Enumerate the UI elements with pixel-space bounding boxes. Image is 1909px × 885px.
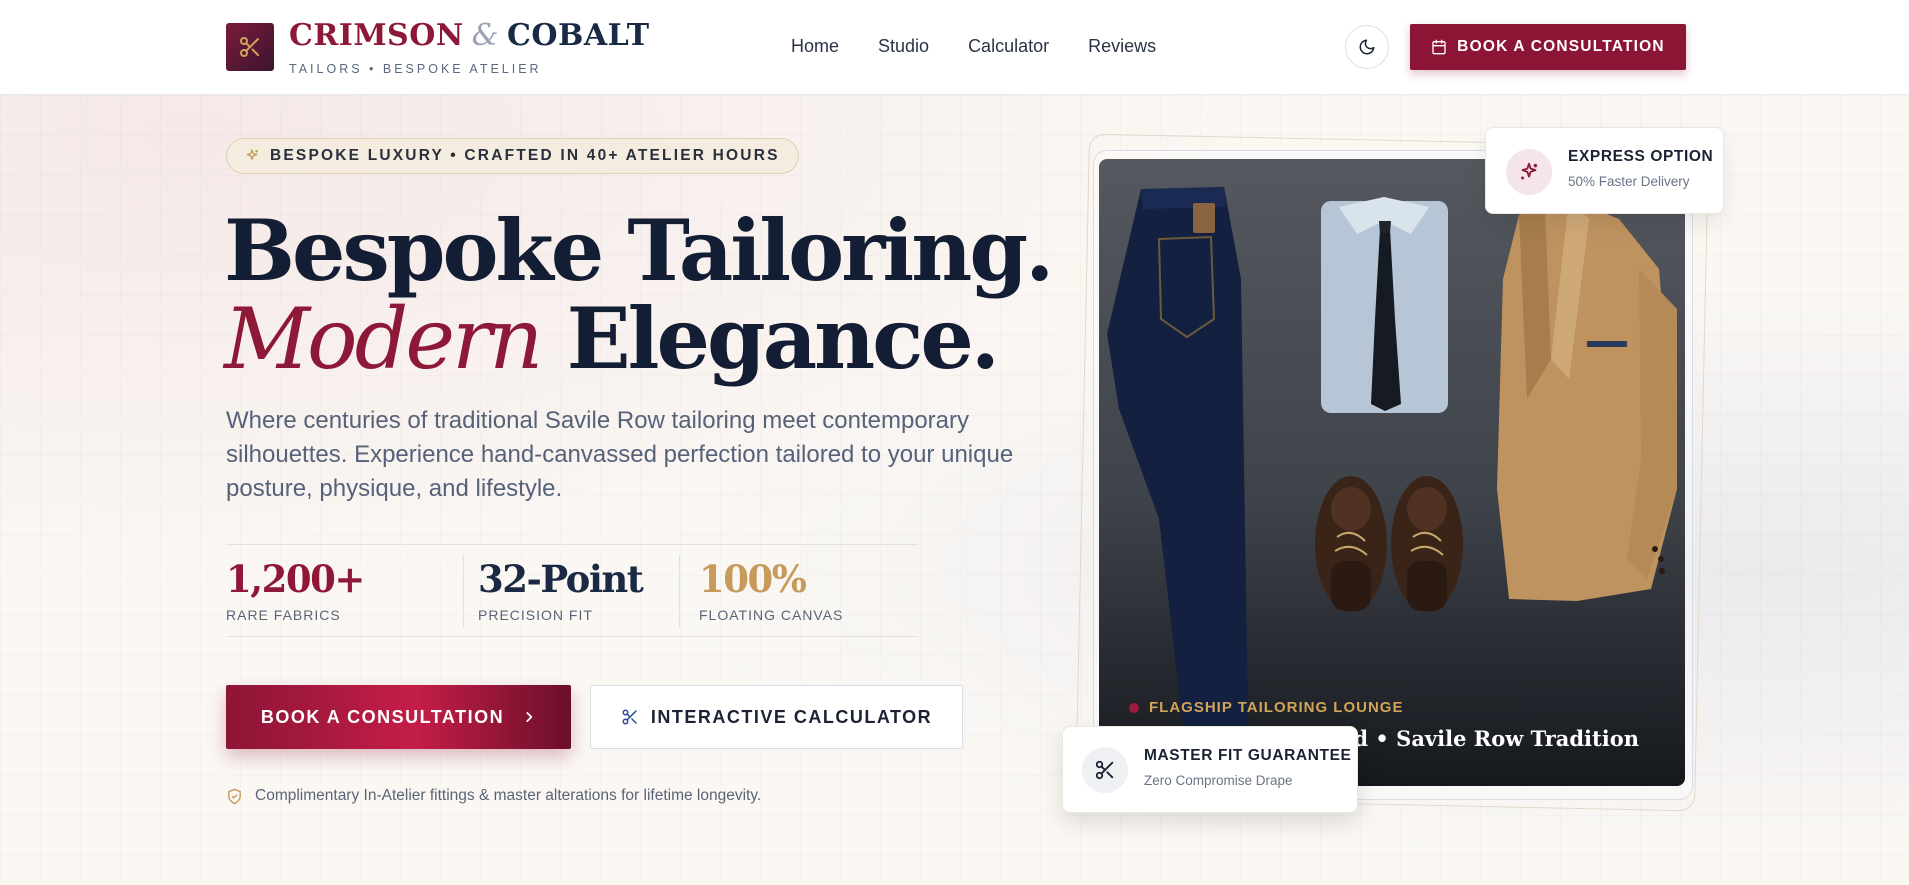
moon-icon [1359, 39, 1375, 55]
nav-home[interactable]: Home [791, 36, 839, 57]
fitting-note-text: Complimentary In-Atelier fittings & mast… [255, 787, 762, 804]
hero-badge-text: BESPOKE LUXURY • CRAFTED IN 40+ ATELIER … [270, 147, 780, 164]
guarantee-title: MASTER FIT GUARANTEE [1144, 747, 1352, 764]
shield-check-icon [228, 788, 241, 804]
stat-divider [679, 555, 680, 627]
calendar-icon [1432, 39, 1446, 55]
stat-label: RARE FABRICS [226, 607, 341, 623]
interactive-calculator-button[interactable]: INTERACTIVE CALCULATOR [590, 685, 963, 749]
sparkle-icon [246, 149, 258, 160]
showcase-location-tag: FLAGSHIP TAILORING LOUNGE [1129, 699, 1403, 716]
hero-badge: BESPOKE LUXURY • CRAFTED IN 40+ ATELIER … [226, 138, 799, 174]
brand-secondary: COBALT [507, 18, 650, 53]
express-option-subtitle: 50% Faster Delivery [1568, 174, 1690, 189]
sparkle-icon [1506, 149, 1552, 195]
nav-reviews[interactable]: Reviews [1088, 36, 1156, 57]
brand-tagline: TAILORS • BESPOKE ATELIER [289, 62, 542, 76]
nav-calculator[interactable]: Calculator [968, 36, 1049, 57]
headline-line-1: Bespoke Tailoring. [224, 201, 1054, 300]
site-header: CRIMSON & COBALT TAILORS • BESPOKE ATELIER… [0, 0, 1909, 95]
hero-lead: Where centuries of traditional Savile Ro… [226, 407, 1014, 502]
express-option-card: EXPRESS OPTION 50% Faster Delivery [1485, 127, 1724, 214]
brand-primary: CRIMSON [289, 18, 464, 53]
interactive-calculator-label: INTERACTIVE CALCULATOR [650, 706, 933, 727]
stat-fabrics: 1,200+ RARE FABRICS [226, 557, 365, 623]
header-cta-label: BOOK A CONSULTATION [1457, 38, 1665, 55]
scissors-icon [622, 709, 637, 725]
nav-studio[interactable]: Studio [878, 36, 929, 57]
book-consultation-header-button[interactable]: BOOK A CONSULTATION [1410, 24, 1686, 70]
guarantee-subtitle: Zero Compromise Drape [1144, 773, 1293, 788]
book-consultation-label: BOOK A CONSULTATION [260, 706, 505, 727]
headline-line-2: Elegance. [566, 289, 1000, 388]
scissors-icon [1082, 747, 1128, 793]
fitting-note: Complimentary In-Atelier fittings & mast… [226, 787, 761, 805]
stat-canvas: 100% FLOATING CANVAS [699, 557, 843, 623]
folded-shirt-illustration [1321, 197, 1448, 413]
master-fit-guarantee-card: MASTER FIT GUARANTEE Zero Compromise Dra… [1062, 726, 1358, 813]
jeans-illustration [1107, 187, 1249, 779]
brand-name[interactable]: CRIMSON & COBALT [289, 18, 650, 53]
location-dot-icon [1129, 702, 1139, 713]
express-option-title: EXPRESS OPTION [1568, 148, 1714, 165]
headline-accent: Modern [224, 290, 543, 388]
stat-value: 32-Point [478, 557, 644, 601]
stat-label: FLOATING CANVAS [699, 607, 844, 623]
brogue-shoes-illustration [1315, 476, 1463, 612]
hero-headline: Bespoke Tailoring. Modern Elegance. [224, 207, 1054, 384]
stat-divider [463, 555, 464, 627]
chevron-right-icon [526, 712, 533, 722]
scissors-logo-icon[interactable] [226, 23, 274, 71]
camel-blazer-illustration [1497, 199, 1677, 601]
showcase-tag-text: FLAGSHIP TAILORING LOUNGE [1149, 699, 1404, 716]
book-consultation-button[interactable]: BOOK A CONSULTATION [226, 685, 571, 749]
stat-value: 1,200+ [226, 557, 365, 601]
main-nav: Home Studio Calculator Reviews [791, 36, 1195, 57]
stat-value: 100% [699, 557, 807, 601]
hero-stats: 1,200+ RARE FABRICS 32-Point PRECISION F… [226, 544, 918, 637]
brand-ampersand: & [471, 18, 499, 53]
theme-toggle-button[interactable] [1345, 25, 1389, 69]
stat-label: PRECISION FIT [478, 607, 593, 623]
outfit-showcase-image: FLAGSHIP TAILORING LOUNGE assed • Savile… [1099, 159, 1685, 786]
stat-fit: 32-Point PRECISION FIT [478, 557, 644, 623]
